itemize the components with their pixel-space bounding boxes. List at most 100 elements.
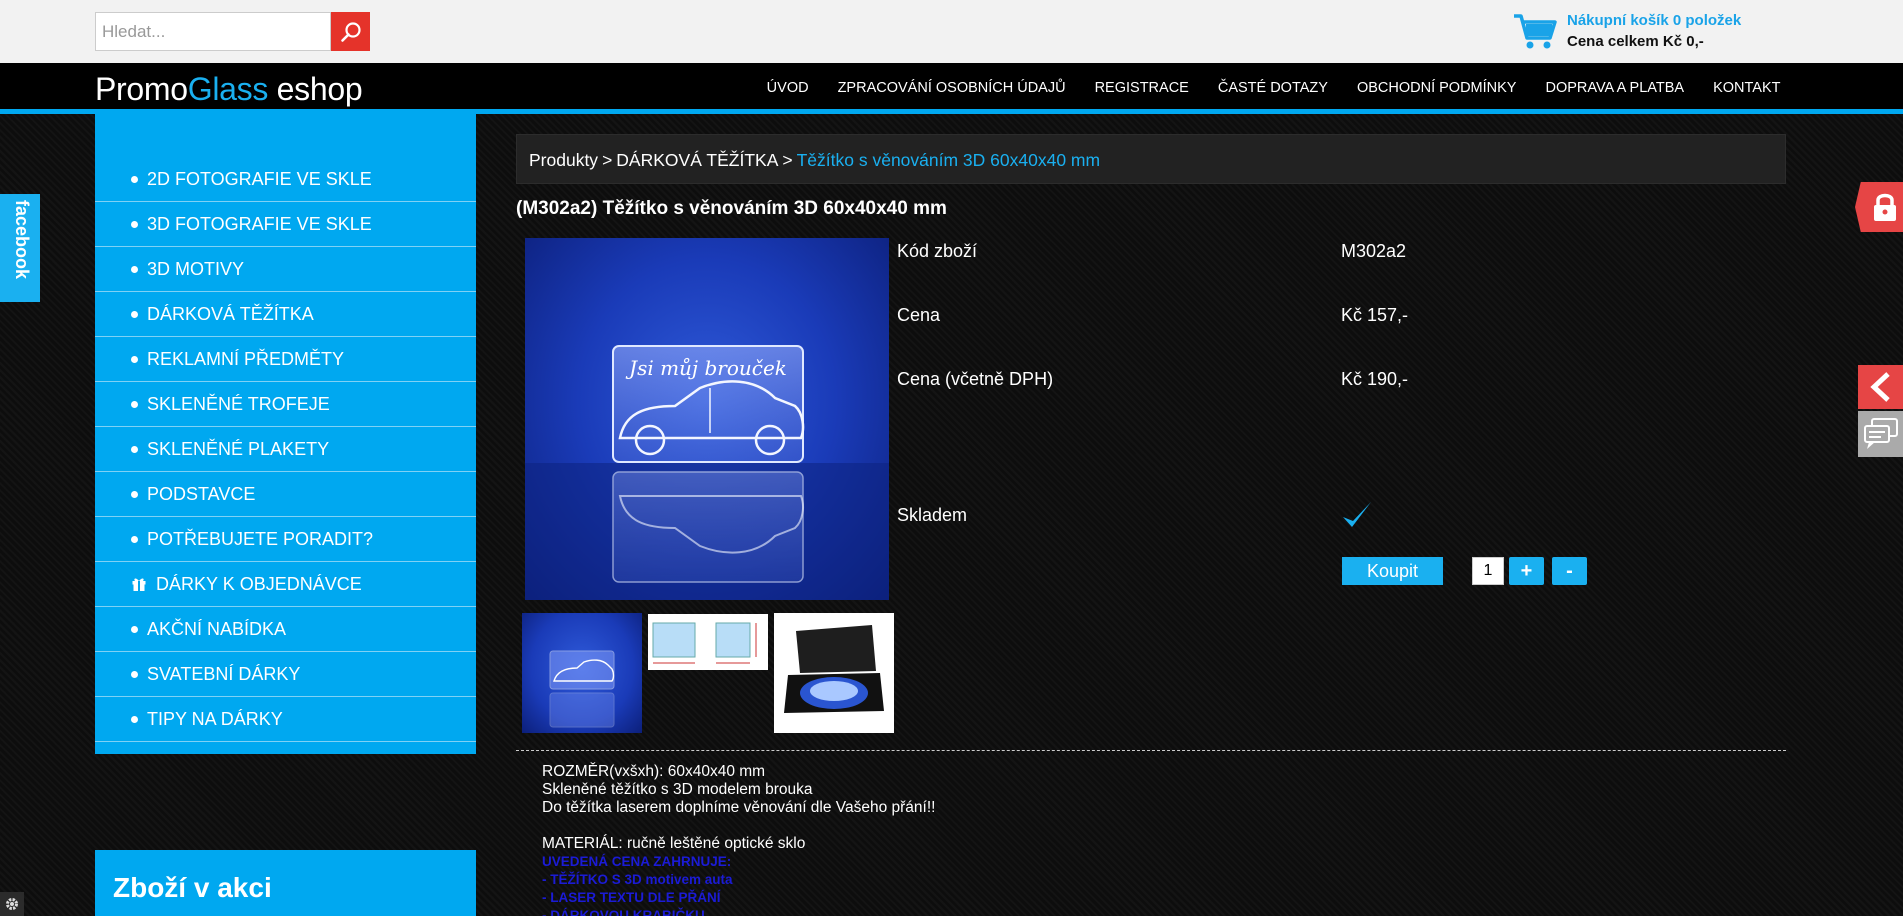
- description-includes-heading: UVEDENÁ CENA ZAHRNUJE:: [542, 854, 732, 869]
- site-logo[interactable]: PromoGlass eshop: [95, 71, 363, 108]
- bullet-icon: [131, 490, 138, 498]
- chat-icon: [1864, 418, 1898, 449]
- glass-block-illustration: [525, 345, 889, 600]
- search-icon: [340, 21, 361, 42]
- cart-count[interactable]: Nákupní košík 0 položek: [1567, 12, 1741, 29]
- lock-icon: [1874, 193, 1896, 221]
- breadcrumb: Produkty > DÁRKOVÁ TĚŽÍTKA > Těžítko s věnov…: [516, 134, 1786, 184]
- sidebar-item-special-offer[interactable]: AKČNÍ NABÍDKA: [95, 607, 476, 652]
- engraving-text: Jsi můj brouček: [629, 356, 787, 380]
- nav-faq[interactable]: ČASTÉ DOTAZY: [1203, 80, 1342, 96]
- description-line: Skleněné těžítko s 3D modelem brouka: [542, 781, 813, 798]
- bullet-icon: [131, 265, 138, 273]
- cart-icon: [1514, 14, 1557, 49]
- gift-box-image: [784, 625, 884, 713]
- chevron-left-icon: [1870, 372, 1890, 402]
- nav-terms[interactable]: OBCHODNÍ PODMÍNKY: [1342, 80, 1531, 96]
- product-main-image[interactable]: Jsi můj brouček: [525, 238, 889, 600]
- gear-icon: [6, 898, 18, 910]
- login-lock-tab[interactable]: [1855, 182, 1903, 232]
- spec-price-value: Kč 157,-: [1341, 305, 1409, 325]
- sidebar-item-label: SKLENĚNÉ PLAKETY: [147, 438, 330, 459]
- spec-price-vat-label: Cena (včetně DPH): [897, 369, 1054, 389]
- quantity-plus-button[interactable]: +: [1509, 557, 1544, 585]
- spec-price-label: Cena: [897, 305, 941, 325]
- sidebar-item-label: DÁRKOVÁ TĚŽÍTKA: [147, 303, 314, 324]
- buy-button[interactable]: Koupit: [1342, 557, 1443, 585]
- description-includes-item: - DÁRKOVOU KRABIČKU: [542, 908, 705, 916]
- sidebar-item-label: PODSTAVCE: [147, 483, 256, 504]
- bullet-icon: [131, 400, 138, 408]
- nav-uvod[interactable]: ÚVOD: [752, 80, 823, 96]
- sidebar-item-stands[interactable]: PODSTAVCE: [95, 472, 476, 517]
- sale-box-title: Zboží v akci: [113, 872, 272, 903]
- sidebar-item-order-gifts[interactable]: DÁRKY K OBJEDNÁVCE: [95, 562, 476, 607]
- description-line: ROZMĚR(vxšxh): 60x40x40 mm: [542, 763, 766, 780]
- category-sidebar: 2D FOTOGRAFIE VE SKLE 3D FOTOGRAFIE VE S…: [95, 114, 476, 754]
- description-includes-item: - LASER TEXTU DLE PŘÁNÍ: [542, 890, 721, 905]
- content-divider: [516, 750, 1786, 751]
- bullet-icon: [131, 625, 138, 633]
- sidebar-item-plaques[interactable]: SKLENĚNÉ PLAKETY: [95, 427, 476, 472]
- logo-part-promo: Promo: [95, 71, 188, 107]
- search-input[interactable]: [95, 12, 331, 51]
- product-thumbnail-2[interactable]: [648, 614, 768, 670]
- bullet-icon: [131, 355, 138, 363]
- facebook-label: facebook: [12, 200, 32, 280]
- breadcrumb-separator: >: [602, 150, 613, 170]
- gift-icon: [132, 578, 146, 591]
- sidebar-item-label: AKČNÍ NABÍDKA: [147, 618, 287, 639]
- chat-tab[interactable]: [1858, 411, 1903, 457]
- bullet-icon: [131, 220, 138, 228]
- in-stock-check-icon: [1343, 502, 1371, 527]
- sidebar-item-wedding-gifts[interactable]: SVATEBNÍ DÁRKY: [95, 652, 476, 697]
- nav-contact[interactable]: KONTAKT: [1699, 80, 1795, 96]
- nav-shipping[interactable]: DOPRAVA A PLATBA: [1531, 80, 1699, 96]
- product-thumbnail-1[interactable]: [522, 613, 642, 733]
- description-line: Do těžítka laserem doplníme věnování dle…: [542, 799, 936, 816]
- sidebar-item-2d-photo[interactable]: 2D FOTOGRAFIE VE SKLE: [95, 157, 476, 202]
- bullet-icon: [131, 715, 138, 723]
- main-nav: ÚVOD ZPRACOVÁNÍ OSOBNÍCH ÚDAJŮ REGISTRAC…: [752, 63, 1795, 113]
- sidebar-item-label: REKLAMNÍ PŘEDMĚTY: [147, 348, 345, 369]
- logo-part-eshop: eshop: [268, 71, 363, 107]
- thumbnail-glass-image: [549, 650, 615, 728]
- bullet-icon: [131, 670, 138, 678]
- description-material: MATERIÁL: ručně leštěné optické sklo: [542, 835, 806, 852]
- product-thumbnail-3[interactable]: [774, 613, 894, 733]
- breadcrumb-current: Těžítko s věnováním 3D 60x40x40 mm: [796, 150, 1101, 170]
- sidebar-item-label: 3D MOTIVY: [147, 258, 245, 279]
- quantity-minus-button[interactable]: -: [1552, 557, 1587, 585]
- quantity-input[interactable]: [1472, 557, 1504, 585]
- nav-registration[interactable]: REGISTRACE: [1080, 80, 1203, 96]
- spec-code-label: Kód zboží: [897, 241, 978, 261]
- spec-stock-label: Skladem: [897, 505, 968, 525]
- sidebar-item-3d-photo[interactable]: 3D FOTOGRAFIE VE SKLE: [95, 202, 476, 247]
- description-includes-item: - TĚŽÍTKO S 3D motivem auta: [542, 872, 733, 887]
- sidebar-item-advice[interactable]: POTŘEBUJETE PORADIT?: [95, 517, 476, 562]
- sidebar-item-3d-motifs[interactable]: 3D MOTIVY: [95, 247, 476, 292]
- spec-code-value: M302a2: [1341, 241, 1407, 261]
- sidebar-item-label: SKLENĚNÉ TROFEJE: [147, 393, 330, 414]
- shopping-cart[interactable]: Nákupní košík 0 položek Cena celkem Kč 0…: [1512, 10, 1752, 54]
- search-form: [95, 12, 370, 51]
- breadcrumb-products[interactable]: Produkty: [529, 150, 598, 170]
- breadcrumb-category[interactable]: DÁRKOVÁ TĚŽÍTKA: [616, 150, 778, 170]
- nav-privacy[interactable]: ZPRACOVÁNÍ OSOBNÍCH ÚDAJŮ: [823, 80, 1080, 96]
- sidebar-item-label: 3D FOTOGRAFIE VE SKLE: [147, 213, 372, 234]
- search-button[interactable]: [331, 12, 370, 51]
- sidebar-item-paperweights[interactable]: DÁRKOVÁ TĚŽÍTKA: [95, 292, 476, 337]
- sale-products-box: Zboží v akci: [95, 850, 476, 916]
- sidebar-item-gift-tips[interactable]: TIPY NA DÁRKY: [95, 697, 476, 742]
- sidebar-item-promo-items[interactable]: REKLAMNÍ PŘEDMĚTY: [95, 337, 476, 382]
- spec-price-vat-value: Kč 190,-: [1341, 369, 1409, 389]
- sidebar-item-label: 2D FOTOGRAFIE VE SKLE: [147, 168, 372, 189]
- facebook-tab[interactable]: facebook: [0, 194, 40, 302]
- settings-button[interactable]: [0, 892, 24, 916]
- collapse-panel-tab[interactable]: [1858, 365, 1903, 409]
- sidebar-item-label: TIPY NA DÁRKY: [147, 708, 283, 729]
- sidebar-item-label: SVATEBNÍ DÁRKY: [147, 663, 301, 684]
- product-title: (M302a2) Těžítko s věnováním 3D 60x40x40…: [516, 198, 947, 219]
- sidebar-item-trophies[interactable]: SKLENĚNÉ TROFEJE: [95, 382, 476, 427]
- sidebar-item-label: DÁRKY K OBJEDNÁVCE: [156, 573, 362, 594]
